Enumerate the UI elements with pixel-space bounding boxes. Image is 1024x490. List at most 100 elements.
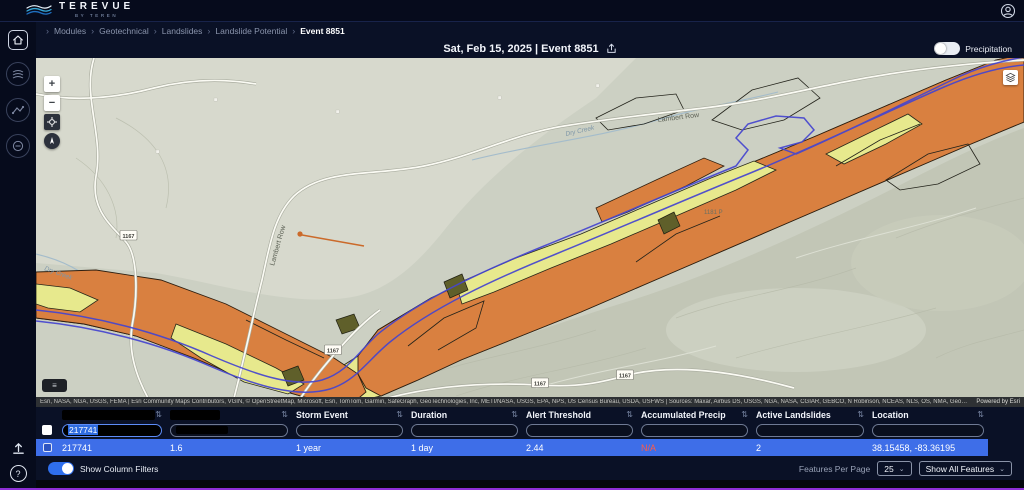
- feature-display-select[interactable]: Show All Features ⌄: [919, 461, 1012, 476]
- breadcrumb-item[interactable]: Modules: [54, 26, 86, 36]
- column-filter-input[interactable]: [296, 424, 403, 437]
- column-header[interactable]: Active Landslides ⇅: [752, 407, 868, 422]
- features-per-page-label: Features Per Page: [799, 464, 870, 474]
- column-header[interactable]: ⇅: [166, 407, 292, 422]
- breadcrumb-item[interactable]: Landslides: [162, 26, 203, 36]
- column-filter-input[interactable]: [641, 424, 748, 437]
- column-filter-input[interactable]: 217741: [62, 424, 162, 437]
- show-column-filters-toggle[interactable]: [48, 462, 74, 475]
- locate-button[interactable]: [44, 114, 60, 130]
- sort-icon[interactable]: ⇅: [155, 410, 162, 419]
- breadcrumb-chevron-icon: ›: [292, 26, 295, 36]
- bottom-strip: [36, 480, 1024, 490]
- sidebar-module-button-3[interactable]: [6, 134, 30, 158]
- precipitation-toggle[interactable]: [934, 42, 960, 55]
- filter-cell: [752, 424, 868, 437]
- left-sidebar: ?: [0, 22, 36, 490]
- column-filter-input[interactable]: [756, 424, 864, 437]
- table-cell: 38.15458, -83.36195: [868, 443, 988, 453]
- attribution-text: Esri, NASA, NGA, USGS, FEMA | Esri Commu…: [40, 399, 970, 405]
- sidebar-module-button-1[interactable]: [6, 62, 30, 86]
- road-shield-label: 1167: [123, 234, 135, 240]
- redacted-column-label: [62, 410, 155, 420]
- account-icon: [1000, 3, 1016, 19]
- map-title-bar: Sat, Feb 15, 2025 | Event 8851 Precipita…: [36, 40, 1024, 58]
- compass-button[interactable]: [44, 133, 60, 149]
- column-header[interactable]: Duration ⇅: [407, 407, 522, 422]
- road-shield-label: 1167: [327, 348, 339, 354]
- column-header[interactable]: Storm Event ⇅: [292, 407, 407, 422]
- map-canvas[interactable]: 1167 1167 1167 1167 Lambert Row Lambert …: [36, 58, 1024, 397]
- sort-icon[interactable]: ⇅: [977, 410, 984, 419]
- column-header[interactable]: Location⇅: [868, 407, 988, 422]
- column-filter-input[interactable]: [411, 424, 518, 437]
- breadcrumb-item[interactable]: Landslide Potential: [215, 26, 287, 36]
- table-row[interactable]: 2177411.61 year1 day2.44N/A238.15458, -8…: [36, 439, 988, 456]
- sort-icon[interactable]: ⇅: [281, 410, 288, 419]
- basemap-layers-button[interactable]: [1003, 70, 1018, 85]
- redacted-column-label: [170, 410, 220, 420]
- column-header[interactable]: Alert Threshold ⇅: [522, 407, 637, 422]
- zoom-out-button[interactable]: −: [44, 95, 60, 111]
- logo-subtitle: BY TEREN: [59, 14, 134, 19]
- checkbox-cell: [36, 443, 58, 452]
- export-map-button[interactable]: [606, 43, 617, 54]
- zoom-in-button[interactable]: +: [44, 76, 60, 92]
- account-button[interactable]: [1000, 3, 1016, 19]
- route-icon: [11, 103, 25, 117]
- filter-cell: [637, 424, 752, 437]
- column-filter-input[interactable]: [170, 424, 288, 437]
- table-header-row: ⇅⇅Storm Event⇅Duration⇅Alert Threshold⇅A…: [36, 407, 988, 422]
- map-image: 1167 1167 1167 1167 Lambert Row Lambert …: [36, 58, 1024, 397]
- sort-icon[interactable]: ⇅: [396, 410, 403, 419]
- upload-icon: [11, 441, 26, 456]
- breadcrumb-item[interactable]: Geotechnical: [99, 26, 149, 36]
- column-header-label: Active Landslides: [756, 410, 831, 420]
- toggle-knob: [935, 43, 946, 54]
- filter-cell: [868, 424, 988, 437]
- column-header[interactable]: Accumulated Precip⇅: [637, 407, 752, 422]
- filter-cell: [522, 424, 637, 437]
- redacted-filter-value: [176, 426, 228, 434]
- filter-cell: [407, 424, 522, 437]
- breadcrumb-chevron-icon: ›: [207, 26, 210, 36]
- column-filter-input[interactable]: [872, 424, 984, 437]
- column-header-label: Storm Event: [296, 410, 348, 420]
- breadcrumb-item[interactable]: Event 8851: [300, 26, 344, 36]
- road-shield-label: 1167: [619, 373, 631, 379]
- home-button[interactable]: [8, 30, 28, 50]
- breadcrumb-chevron-icon: ›: [91, 26, 94, 36]
- table-cell: 1.6: [166, 443, 292, 453]
- select-all-checkbox[interactable]: [42, 425, 52, 435]
- chevron-down-icon: ⌄: [999, 465, 1005, 473]
- sidebar-export-button[interactable]: [11, 441, 26, 456]
- help-button[interactable]: ?: [10, 465, 27, 482]
- map-widget-button[interactable]: ≡: [42, 379, 67, 392]
- top-bar: TEREVUE BY TEREN: [0, 0, 1024, 22]
- table-cell: 2: [752, 443, 868, 453]
- column-header[interactable]: ⇅: [58, 407, 166, 422]
- column-header-label: Alert Threshold: [526, 410, 591, 420]
- column-filter-input[interactable]: [526, 424, 633, 437]
- sort-icon[interactable]: ⇅: [741, 410, 748, 419]
- road-shield-label: 1167: [534, 381, 546, 387]
- features-per-page-select[interactable]: 25 ⌄: [877, 461, 911, 476]
- breadcrumb-chevron-icon: ›: [46, 26, 49, 36]
- row-checkbox[interactable]: [43, 443, 52, 452]
- compass-needle-icon: [47, 136, 57, 146]
- sort-icon[interactable]: ⇅: [626, 410, 633, 419]
- logo-title: TEREVUE: [59, 2, 134, 12]
- sort-icon[interactable]: ⇅: [857, 410, 864, 419]
- map-controls: + −: [44, 76, 60, 149]
- breadcrumb-chevron-icon: ›: [154, 26, 157, 36]
- main-content: › Modules › Geotechnical › Landslides › Landsli…: [36, 22, 1024, 490]
- checkbox-cell: [36, 425, 58, 435]
- sort-icon[interactable]: ⇅: [511, 410, 518, 419]
- sidebar-module-button-2[interactable]: [6, 98, 30, 122]
- show-column-filters-label: Show Column Filters: [80, 464, 158, 474]
- column-header-label: Duration: [411, 410, 447, 420]
- crosshair-icon: [47, 117, 57, 127]
- table-cell: 1 year: [292, 443, 407, 453]
- terevue-logo: TEREVUE BY TEREN: [26, 2, 134, 19]
- feature-display-value: Show All Features: [926, 464, 995, 474]
